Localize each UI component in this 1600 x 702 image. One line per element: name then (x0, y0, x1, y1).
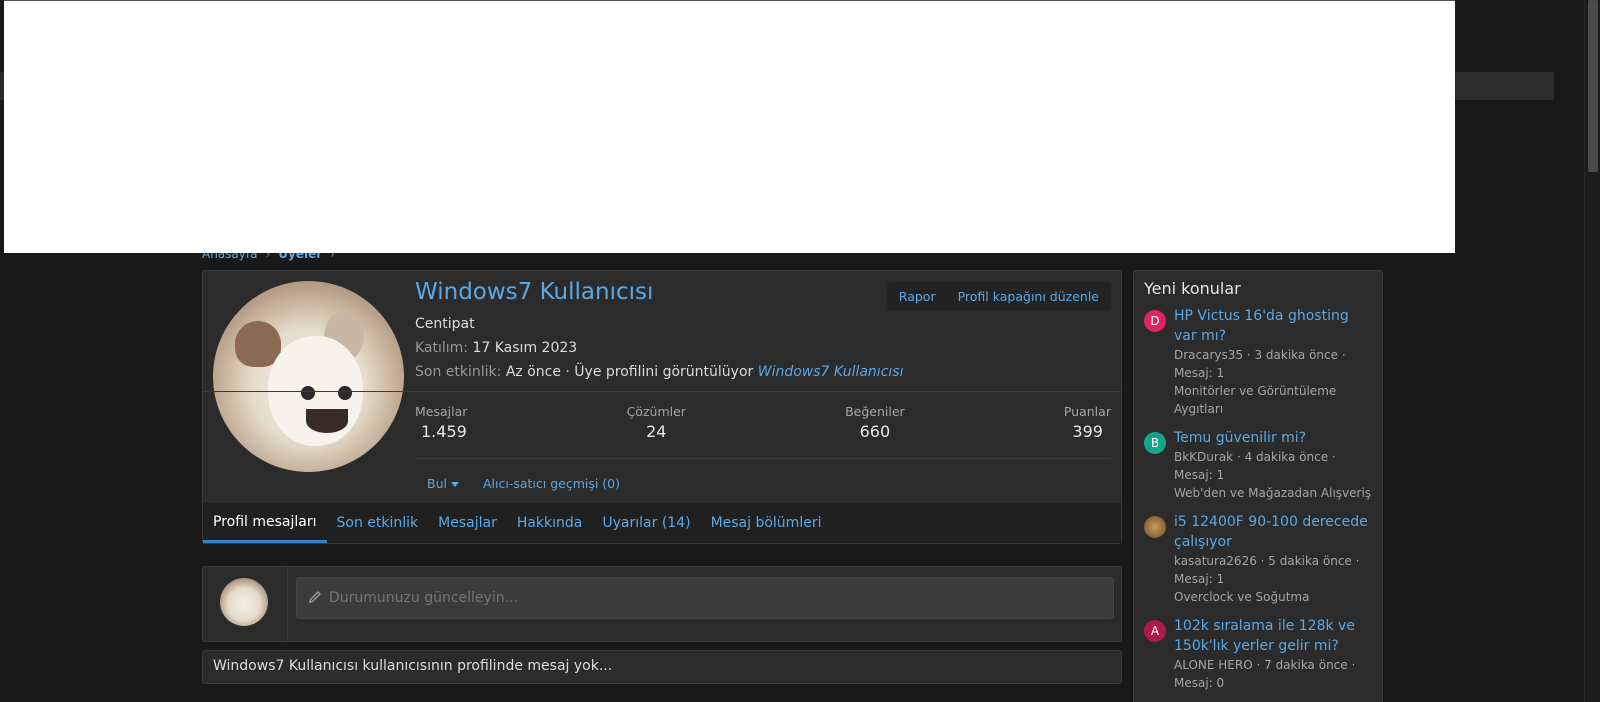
thread-forum[interactable]: Overclock ve Soğutma (1174, 588, 1372, 606)
tab-latest-activity[interactable]: Son etkinlik (327, 503, 429, 543)
stat-label: Puanlar (1063, 404, 1111, 419)
last-activity-link[interactable]: Windows7 Kullanıcısı (758, 364, 904, 380)
profile-username[interactable]: Windows7 Kullanıcısı (415, 279, 653, 305)
thread-avatar[interactable]: D (1144, 310, 1166, 332)
blank-overlay (4, 0, 1455, 253)
tab-warnings[interactable]: Uyarılar (14) (592, 503, 700, 543)
stat-likes[interactable]: Beğeniler 660 (845, 404, 905, 441)
thread-avatar[interactable]: A (1144, 620, 1166, 642)
status-update-box (202, 566, 1122, 642)
thread-avatar[interactable] (1144, 516, 1166, 538)
stat-label: Çözümler (626, 404, 686, 419)
thread-meta: ALONE HERO · 7 dakika önce · Mesaj: 0 (1174, 658, 1356, 690)
tab-messages[interactable]: Mesajlar (428, 503, 507, 543)
list-item: B Temu güvenilir mi? BkKDurak · 4 dakika… (1144, 428, 1372, 502)
stat-label: Mesajlar (415, 404, 468, 419)
avatar-shape (306, 409, 348, 433)
tab-message-forums[interactable]: Mesaj bölümleri (701, 503, 832, 543)
stat-points[interactable]: Puanlar 399 (1064, 404, 1111, 441)
profile-button-group: Rapor Profil kapağını düzenle (886, 282, 1111, 311)
profile-tabs: Profil mesajları Son etkinlik Mesajlar H… (203, 503, 1121, 543)
thread-title-link[interactable]: HP Victus 16'da ghosting var mı? (1174, 306, 1372, 346)
sidebar-new-threads: Yeni konular D HP Victus 16'da ghosting … (1133, 270, 1383, 702)
avatar-shape (338, 386, 352, 400)
stat-solutions[interactable]: Çözümler 24 (627, 404, 686, 441)
stat-value: 24 (646, 422, 667, 441)
no-messages-notice: Windows7 Kullanıcısı kullanıcısının prof… (202, 650, 1122, 684)
find-label: Bul (427, 476, 447, 491)
list-item: A 102k sıralama ile 128k ve 150k'lık yer… (1144, 616, 1372, 692)
thread-avatar-letter: B (1150, 436, 1160, 450)
divider (287, 567, 288, 641)
list-item: i5 12400F 90-100 derecede çalışıyor kasa… (1144, 512, 1372, 606)
thread-forum[interactable]: Monitörler ve Görüntüleme Aygıtları (1174, 382, 1372, 418)
caret-down-icon (450, 482, 459, 487)
thread-forum[interactable]: Web'den ve Mağazadan Alışveriş (1174, 484, 1372, 502)
find-menu-button[interactable]: Bul (427, 476, 459, 491)
thread-title-link[interactable]: 102k sıralama ile 128k ve 150k'lık yerle… (1174, 616, 1372, 656)
thread-meta: Dracarys35 · 3 dakika önce · Mesaj: 1 (1174, 348, 1346, 380)
report-button[interactable]: Rapor (899, 289, 936, 304)
divider (415, 458, 1111, 459)
stat-value: 1.459 (421, 422, 467, 441)
status-input[interactable] (296, 577, 1114, 619)
thread-avatar-letter: D (1150, 314, 1160, 328)
profile-user-title: Centipat (415, 316, 475, 332)
profile-last-activity: Son etkinlik: Az önce · Üye profilini gö… (415, 364, 903, 380)
page-scrollbar[interactable] (1584, 0, 1600, 702)
profile-avatar[interactable] (213, 281, 404, 472)
avatar-shape (301, 386, 315, 400)
thread-title-link[interactable]: Temu güvenilir mi? (1174, 428, 1372, 448)
thread-avatar[interactable]: B (1144, 432, 1166, 454)
stat-messages[interactable]: Mesajlar 1.459 (415, 404, 467, 441)
profile-stats: Mesajlar 1.459 Çözümler 24 Beğeniler 660… (415, 404, 1111, 441)
tab-profile-posts[interactable]: Profil mesajları (203, 503, 327, 543)
last-activity-label: Son etkinlik: (415, 364, 502, 380)
avatar[interactable] (220, 578, 268, 626)
trader-history-link[interactable]: Alıcı-satıcı geçmişi (0) (483, 476, 620, 491)
tab-about[interactable]: Hakkında (507, 503, 593, 543)
stat-value: 399 (1072, 422, 1103, 441)
stat-value: 660 (859, 422, 891, 441)
edit-cover-button[interactable]: Profil kapağını düzenle (958, 289, 1099, 304)
profile-actions: Bul Alıcı-satıcı geçmişi (0) (427, 476, 620, 491)
profile-joined: Katılım: 17 Kasım 2023 (415, 340, 577, 356)
thread-avatar-letter: A (1150, 624, 1160, 638)
last-activity-value: Az önce · Üye profilini görüntülüyor (505, 364, 754, 380)
scroll-thumb[interactable] (1588, 0, 1598, 172)
profile-card: Windows7 Kullanıcısı Centipat Katılım: 1… (202, 270, 1122, 544)
joined-label: Katılım: (415, 340, 469, 356)
thread-title-link[interactable]: i5 12400F 90-100 derecede çalışıyor (1174, 512, 1372, 552)
joined-value: 17 Kasım 2023 (472, 340, 578, 356)
divider (203, 391, 1121, 392)
thread-meta: kasatura2626 · 5 dakika önce · Mesaj: 1 (1174, 554, 1360, 586)
sidebar-title: Yeni konular (1144, 279, 1241, 298)
pencil-icon (309, 591, 321, 603)
list-item: D HP Victus 16'da ghosting var mı? Draca… (1144, 306, 1372, 418)
thread-meta: BkKDurak · 4 dakika önce · Mesaj: 1 (1174, 450, 1336, 482)
stat-label: Beğeniler (845, 404, 905, 419)
